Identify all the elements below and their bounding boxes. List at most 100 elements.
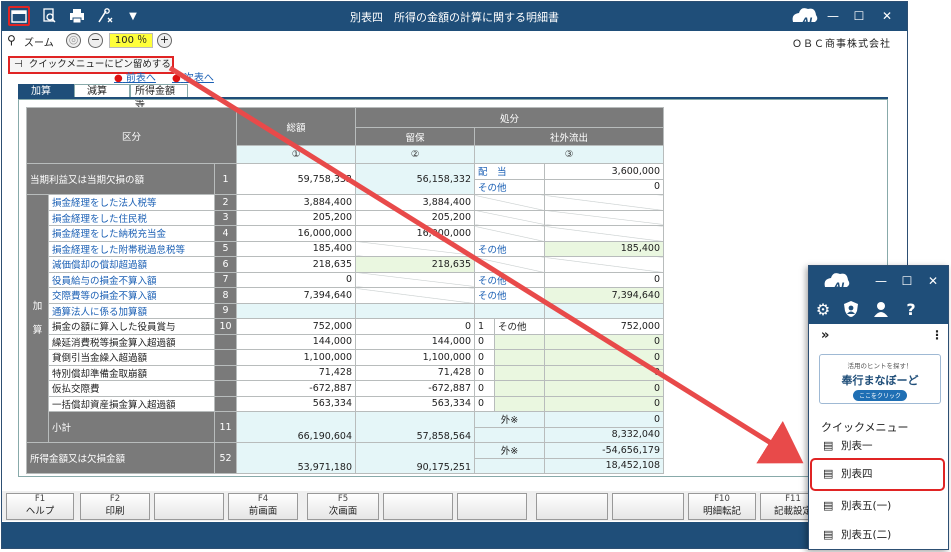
cell-flag[interactable]: 0 (474, 380, 495, 397)
cell-total-toki[interactable]: 59,758,332 (236, 163, 356, 195)
cell-total[interactable]: 71,428 (236, 364, 356, 381)
quick-menu-item-beppyo5-1[interactable]: ▤ 別表五(一) (823, 496, 941, 516)
cell-ryuho[interactable]: 205,200 (355, 209, 475, 226)
row-no: 6 (214, 256, 237, 273)
user-icon[interactable] (871, 300, 891, 320)
banner-click-button[interactable]: ここをクリック (852, 390, 907, 401)
status-bar (2, 522, 907, 548)
zoom-user-icon[interactable]: ⚲ (7, 33, 16, 47)
cell-ryuho[interactable]: 0 (355, 318, 475, 335)
cell-flag[interactable]: 0 (474, 349, 495, 366)
window-title: 別表四 所得の金額の計算に関する明細書 (350, 11, 559, 24)
subtotal-out-bottom: 8,332,040 (544, 426, 664, 443)
sonota-label: その他 (474, 178, 545, 195)
f9-blank-button[interactable] (612, 493, 684, 520)
cell-haito[interactable]: 3,600,000 (544, 163, 664, 180)
cell-out[interactable]: 0 (544, 349, 664, 366)
f2-print-button[interactable]: F2 印刷 (80, 493, 150, 520)
cell-out[interactable]: 7,394,640 (544, 287, 664, 304)
shotoku-out-bottom: 18,452,108 (544, 457, 664, 474)
f7-blank-button[interactable] (457, 493, 527, 520)
cell-ryuho[interactable]: 144,000 (355, 333, 475, 350)
cell-ryuho[interactable]: 16,000,000 (355, 225, 475, 242)
cell-out[interactable]: 0 (544, 333, 664, 350)
shotoku-gai-spacer (474, 457, 545, 474)
minimize-button[interactable]: — (825, 8, 841, 24)
f10-detail-transfer-button[interactable]: F10 明細転記 (688, 493, 756, 520)
maximize-button[interactable]: ☐ (851, 8, 867, 24)
row-label: 繰延消費税等損金算入超過額 (48, 333, 215, 350)
cell-out[interactable]: 185,400 (544, 240, 664, 257)
cell-total[interactable]: 1,100,000 (236, 349, 356, 366)
more-options-icon[interactable]: ⋮ (931, 328, 943, 342)
cell-ryuho[interactable]: 3,884,400 (355, 194, 475, 211)
row-label: 損金の額に算入した役員賞与 (48, 318, 215, 335)
close-button[interactable]: ✕ (879, 8, 895, 24)
row-label: 損金経理をした納税充当金 (48, 225, 215, 242)
cell-out[interactable]: 0 (544, 364, 664, 381)
zoom-reset-icon[interactable]: ◎ (66, 33, 81, 48)
cell-total[interactable]: 185,400 (236, 240, 356, 257)
svg-text:AI: AI (801, 17, 813, 27)
shield-user-icon[interactable] (841, 300, 861, 320)
next-table-link[interactable]: ● 次表へ (172, 69, 214, 84)
quick-panel-close-button[interactable]: ✕ (925, 273, 941, 289)
tab-gensan[interactable]: 減算 (74, 84, 130, 98)
cell-flag[interactable]: 0 (474, 395, 495, 412)
cell-total[interactable]: 0 (236, 271, 356, 288)
ai-logo: AI (789, 4, 819, 28)
cell-ryuho[interactable]: -672,887 (355, 380, 475, 397)
tab-shotoku[interactable]: 所得金額等 (130, 84, 188, 110)
cell-category (474, 302, 545, 319)
cell-ryuho[interactable]: 218,635 (355, 256, 475, 273)
cell-ryuho[interactable]: 71,428 (355, 364, 475, 381)
cell-total[interactable]: -672,887 (236, 380, 356, 397)
cell-total[interactable]: 752,000 (236, 318, 356, 335)
f4-prev-screen-button[interactable]: F4 前画面 (228, 493, 298, 520)
cell-flag[interactable]: 0 (474, 333, 495, 350)
f6-blank-button[interactable] (383, 493, 453, 520)
cell-flag[interactable]: 0 (474, 364, 495, 381)
quick-panel-maximize-button[interactable]: ☐ (899, 273, 915, 289)
cell-ryuho[interactable]: 1,100,000 (355, 349, 475, 366)
cell-total[interactable]: 563,334 (236, 395, 356, 412)
cell-total[interactable]: 3,884,400 (236, 194, 356, 211)
cell-category: その他 (474, 271, 545, 288)
quick-panel-minimize-button[interactable]: — (873, 273, 889, 289)
cell-flag[interactable]: 1 (474, 318, 495, 335)
row-label: 損金経理をした法人税等 (48, 194, 215, 211)
cell-total[interactable]: 7,394,640 (236, 287, 356, 304)
prev-table-link[interactable]: ● 前表へ (114, 69, 156, 84)
cell-out[interactable]: 752,000 (544, 318, 664, 335)
zoom-out-button[interactable]: − (88, 33, 103, 48)
zoom-in-button[interactable]: + (157, 33, 172, 48)
expand-icon[interactable]: » (821, 328, 829, 343)
cell-ryuho[interactable]: 563,334 (355, 395, 475, 412)
row-no: 9 (214, 302, 237, 319)
f1-help-button[interactable]: F1 ヘルプ (6, 493, 74, 520)
quick-menu-item-beppyo5-2[interactable]: ▤ 別表五(二) (823, 525, 941, 545)
zoom-value-field[interactable]: 100 ％ (109, 33, 153, 48)
f3-blank-button[interactable] (154, 493, 224, 520)
f8-blank-button[interactable] (536, 493, 608, 520)
row-label: 特別償却準備金取崩額 (48, 364, 215, 381)
tab-kasan[interactable]: 加算 (18, 84, 74, 98)
gear-icon[interactable]: ⚙ (813, 300, 833, 320)
cell-out[interactable]: 0 (544, 395, 664, 412)
row-label: 交際費等の損金不算入額 (48, 287, 215, 304)
cell-out[interactable] (544, 302, 664, 319)
cell-out[interactable]: 0 (544, 380, 664, 397)
help-icon[interactable]: ? (901, 300, 921, 320)
cell-total[interactable]: 218,635 (236, 256, 356, 273)
f5-next-screen-button[interactable]: F5 次画面 (307, 493, 379, 520)
cell-total[interactable]: 16,000,000 (236, 225, 356, 242)
cell-sonota[interactable]: 0 (544, 178, 664, 195)
manaboard-banner[interactable]: 活用のヒントを探す！ 奉行まなぼーど ここをクリック (819, 354, 941, 404)
cell-out[interactable]: 0 (544, 271, 664, 288)
cell-ryuho[interactable] (355, 302, 475, 319)
quick-menu-item-beppyo1[interactable]: ▤ 別表一 (823, 436, 941, 456)
cell-ryuho-toki[interactable]: 56,158,332 (355, 163, 475, 195)
cell-total[interactable]: 144,000 (236, 333, 356, 350)
cell-total[interactable] (236, 302, 356, 319)
cell-total[interactable]: 205,200 (236, 209, 356, 226)
